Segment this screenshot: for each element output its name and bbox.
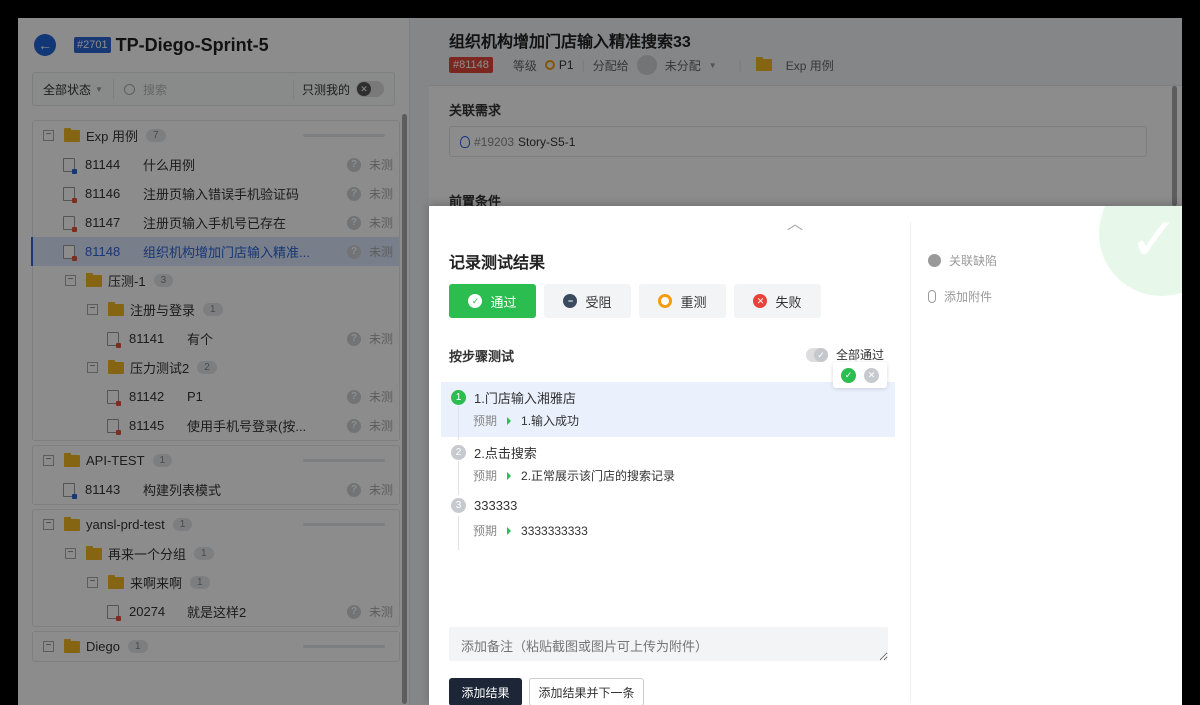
pass-button[interactable]: ✓ 通过 (449, 284, 536, 318)
caret-right-icon (507, 471, 512, 480)
toggle-check-icon (806, 347, 828, 362)
caret-right-icon (507, 416, 512, 425)
fail-button[interactable]: ✕ 失败 (734, 284, 821, 318)
add-result-button[interactable]: 添加结果 (449, 678, 522, 705)
blocked-button[interactable]: − 受阻 (544, 284, 631, 318)
step-item[interactable]: 2 2.点击搜索 预期 2.正常展示该门店的搜索记录 (441, 437, 895, 495)
close-icon: ✕ (753, 294, 768, 308)
retest-icon (658, 294, 673, 308)
pass-label: 通过 (490, 294, 517, 310)
record-result-modal: ︿ 记录测试结果 ✓ 通过 − 受阻 重测 ✕ 失败 按步骤测试 全部通过 (429, 206, 1182, 705)
step-head: 3 333333 (451, 498, 517, 513)
expected-label: 预期 (473, 524, 498, 538)
step-expected: 预期 2.正常展示该门店的搜索记录 (473, 467, 675, 484)
step-item[interactable]: 1 1.门店输入湘雅店 预期 1.输入成功 (441, 382, 895, 440)
add-result-next-button[interactable]: 添加结果并下一条 (529, 678, 644, 705)
step-pass-check-icon[interactable]: ✓ (841, 367, 856, 383)
step-expected: 预期 1.输入成功 (473, 412, 579, 429)
blocked-label: 受阻 (585, 294, 612, 310)
link-bug-button[interactable]: 关联缺陷 (928, 252, 997, 269)
pass-check-icon (1099, 206, 1182, 296)
all-pass-label: 全部通过 (836, 348, 885, 362)
chevron-up-icon[interactable]: ︿ (787, 210, 803, 234)
step-action: 1.门店输入湘雅店 (474, 391, 576, 406)
step-number: 1 (451, 390, 466, 405)
bug-icon (928, 254, 941, 267)
expected-text: 2.正常展示该门店的搜索记录 (521, 469, 676, 483)
check-icon: ✓ (468, 294, 483, 308)
result-buttons: ✓ 通过 − 受阻 重测 ✕ 失败 (449, 284, 821, 318)
divider (910, 222, 911, 702)
note-input[interactable] (449, 627, 888, 661)
link-bug-label: 关联缺陷 (949, 254, 998, 268)
add-attachment-label: 添加附件 (944, 290, 993, 304)
step-actions: ✓ ✕ (833, 362, 887, 388)
divider (458, 516, 459, 550)
modal-title: 记录测试结果 (449, 255, 546, 272)
retest-button[interactable]: 重测 (639, 284, 726, 318)
retest-label: 重测 (680, 294, 707, 310)
steps-title: 按步骤测试 (449, 349, 515, 364)
step-fail-close-icon[interactable]: ✕ (864, 367, 879, 383)
expected-label: 预期 (473, 469, 498, 483)
step-action: 2.点击搜索 (474, 446, 537, 461)
all-pass-toggle[interactable]: 全部通过 (806, 346, 884, 363)
expected-text: 3333333333 (521, 523, 588, 538)
step-head: 2 2.点击搜索 (451, 443, 537, 462)
step-number: 3 (451, 498, 466, 513)
step-head: 1 1.门店输入湘雅店 (451, 388, 576, 407)
step-expected: 预期 3333333333 (473, 522, 588, 539)
divider (458, 406, 459, 440)
caret-right-icon (507, 526, 512, 535)
app-window: ← #2701 TP-Diego-Sprint-5 全部状态 ▼ 搜索 只测我的… (18, 18, 1182, 705)
step-number: 2 (451, 445, 466, 460)
divider (458, 461, 459, 495)
expected-text: 1.输入成功 (521, 414, 580, 428)
step-action: 333333 (474, 498, 518, 513)
step-item[interactable]: 3 333333 预期 3333333333 (441, 492, 895, 550)
paperclip-icon (928, 290, 936, 303)
expected-label: 预期 (473, 414, 498, 428)
add-attachment-button[interactable]: 添加附件 (928, 288, 992, 305)
minus-icon: − (563, 294, 578, 308)
fail-label: 失败 (775, 294, 802, 310)
